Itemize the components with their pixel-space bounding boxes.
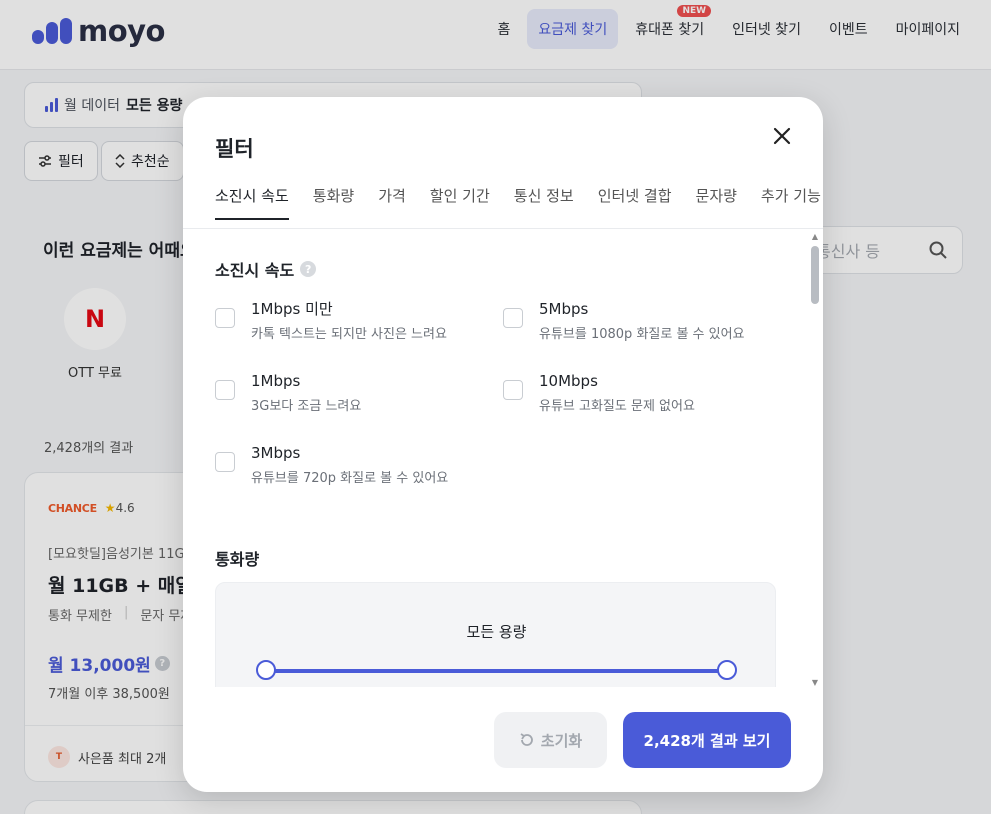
- filter-content: 소진시 속도 ? 1Mbps 미만 카톡 텍스트는 되지만 사진은 느려요 5M…: [183, 229, 823, 687]
- call-slider-min-handle[interactable]: [256, 660, 276, 680]
- tab-extra-features[interactable]: 추가 기능: [761, 185, 821, 220]
- speed-option-3mbps[interactable]: 3Mbps 유튜브를 720p 화질로 볼 수 있어요: [215, 443, 448, 486]
- help-icon[interactable]: ?: [300, 261, 317, 277]
- reset-label: 초기화: [540, 731, 583, 750]
- checkbox[interactable]: [215, 308, 235, 328]
- option-text: 10Mbps 유튜브 고화질도 문제 없어요: [539, 371, 695, 414]
- call-section-label: 통화량: [215, 550, 260, 569]
- call-slider-track[interactable]: [266, 669, 728, 673]
- option-text: 5Mbps 유튜브를 1080p 화질로 볼 수 있어요: [539, 299, 745, 342]
- modal-title: 필터: [215, 137, 254, 161]
- checkbox[interactable]: [215, 380, 235, 400]
- tab-discount-period[interactable]: 할인 기간: [430, 185, 490, 220]
- option-title: 3Mbps: [251, 444, 301, 462]
- scroll-down-arrow-icon[interactable]: ▼: [810, 678, 820, 687]
- call-section-title: 통화량: [215, 546, 259, 570]
- call-range-label: 모든 용량: [466, 623, 527, 641]
- option-desc: 카톡 텍스트는 되지만 사진은 느려요: [251, 327, 447, 342]
- option-title: 5Mbps: [539, 300, 589, 318]
- option-desc: 유튜브 고화질도 문제 없어요: [539, 399, 695, 414]
- close-button[interactable]: [769, 123, 795, 149]
- option-text: 3Mbps 유튜브를 720p 화질로 볼 수 있어요: [251, 443, 448, 486]
- option-desc: 유튜브를 1080p 화질로 볼 수 있어요: [539, 327, 745, 342]
- option-text: 1Mbps 미만 카톡 텍스트는 되지만 사진은 느려요: [251, 299, 447, 342]
- tab-carrier-info[interactable]: 통신 정보: [514, 185, 574, 220]
- call-slider-max-handle[interactable]: [717, 660, 737, 680]
- scrollbar-thumb[interactable]: [811, 246, 819, 304]
- call-range-box: 모든 용량: [215, 582, 776, 687]
- speed-option-5mbps[interactable]: 5Mbps 유튜브를 1080p 화질로 볼 수 있어요: [503, 299, 745, 342]
- tab-speed[interactable]: 소진시 속도: [215, 185, 289, 220]
- speed-option-1mbps[interactable]: 1Mbps 3G보다 조금 느려요: [215, 371, 361, 414]
- option-title: 1Mbps: [251, 372, 301, 390]
- tab-internet-bundle[interactable]: 인터넷 결합: [598, 185, 672, 220]
- tab-price[interactable]: 가격: [378, 185, 406, 220]
- tab-sms[interactable]: 문자량: [696, 185, 737, 220]
- filter-modal: 필터 소진시 속도 통화량 가격 할인 기간 통신 정보 인터넷 결합 문자량 …: [183, 97, 823, 792]
- reset-button[interactable]: 초기화: [494, 712, 607, 768]
- option-desc: 3G보다 조금 느려요: [251, 399, 362, 414]
- option-title: 1Mbps 미만: [251, 300, 333, 318]
- checkbox[interactable]: [215, 452, 235, 472]
- close-icon: [773, 127, 791, 145]
- checkbox[interactable]: [503, 308, 523, 328]
- option-title: 10Mbps: [539, 372, 598, 390]
- speed-option-10mbps[interactable]: 10Mbps 유튜브 고화질도 문제 없어요: [503, 371, 695, 414]
- speed-section-title: 소진시 속도 ?: [215, 257, 317, 281]
- option-desc: 유튜브를 720p 화질로 볼 수 있어요: [251, 471, 449, 486]
- content-scrollbar[interactable]: ▲ ▼: [810, 232, 822, 687]
- checkbox[interactable]: [503, 380, 523, 400]
- tab-call[interactable]: 통화량: [313, 185, 354, 220]
- filter-tabs: 소진시 속도 통화량 가격 할인 기간 통신 정보 인터넷 결합 문자량 추가 …: [215, 185, 821, 220]
- show-results-button[interactable]: 2,428개 결과 보기: [623, 712, 791, 768]
- scroll-up-arrow-icon[interactable]: ▲: [810, 232, 820, 241]
- speed-option-under-1mbps[interactable]: 1Mbps 미만 카톡 텍스트는 되지만 사진은 느려요: [215, 299, 447, 342]
- speed-section-label: 소진시 속도: [215, 261, 295, 280]
- refresh-icon: [520, 733, 533, 746]
- option-text: 1Mbps 3G보다 조금 느려요: [251, 371, 361, 414]
